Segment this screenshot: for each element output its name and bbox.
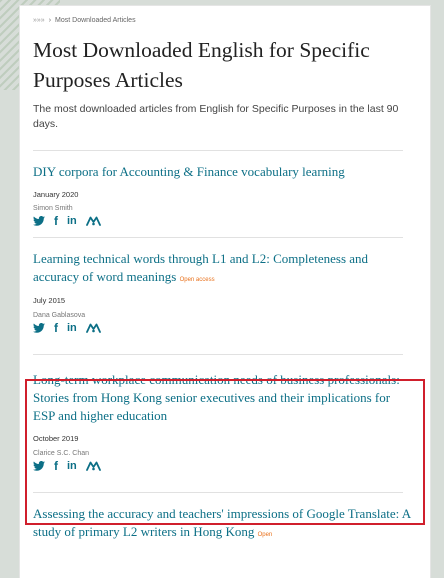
article-date: July 2015 — [33, 296, 66, 305]
breadcrumb: »»» › Most Downloaded Articles — [33, 17, 415, 24]
article-item: Learning technical words through L1 and … — [33, 250, 415, 355]
divider — [33, 354, 403, 355]
twitter-icon[interactable] — [33, 323, 45, 333]
mendeley-icon[interactable] — [85, 461, 101, 471]
linkedin-icon[interactable]: in — [67, 460, 77, 472]
twitter-icon[interactable] — [33, 461, 45, 471]
twitter-icon[interactable] — [33, 216, 45, 226]
divider — [33, 150, 403, 151]
mendeley-icon[interactable] — [85, 216, 101, 226]
share-links: f in — [33, 321, 415, 335]
page-title: Most Downloaded English for Specific Pur… — [33, 38, 370, 92]
breadcrumb-separator: › — [48, 17, 52, 24]
mendeley-icon[interactable] — [85, 323, 101, 333]
article-title-link[interactable]: Assessing the accuracy and teachers' imp… — [33, 505, 415, 544]
article-title-text: Long-term workplace communication needs … — [33, 372, 400, 423]
linkedin-icon[interactable]: in — [67, 215, 77, 227]
article-title-link[interactable]: DIY corpora for Accounting & Finance voc… — [33, 163, 415, 181]
divider — [33, 237, 403, 238]
breadcrumb-home-link[interactable]: »»» — [33, 17, 45, 24]
facebook-icon[interactable]: f — [54, 321, 58, 335]
page-description: The most downloaded articles from Englis… — [33, 103, 399, 130]
article-date: January 2020 — [33, 190, 79, 199]
facebook-icon[interactable]: f — [54, 214, 58, 228]
articles-panel: »»» › Most Downloaded Articles Most Down… — [20, 6, 430, 578]
linkedin-icon[interactable]: in — [67, 322, 77, 334]
share-links: f in — [33, 459, 415, 473]
article-title-text: DIY corpora for Accounting & Finance voc… — [33, 164, 345, 179]
article-title-text: Assessing the accuracy and teachers' imp… — [33, 506, 411, 539]
share-links: f in — [33, 214, 415, 228]
open-access-badge: Open access — [179, 277, 215, 283]
article-title-link[interactable]: Long-term workplace communication needs … — [33, 371, 415, 425]
article-item: DIY corpora for Accounting & Finance voc… — [33, 163, 415, 238]
article-author: Simon Smith — [33, 205, 73, 212]
article-title-link[interactable]: Learning technical words through L1 and … — [33, 250, 415, 289]
breadcrumb-current: Most Downloaded Articles — [55, 17, 136, 24]
article-item: Long-term workplace communication needs … — [33, 371, 415, 493]
facebook-icon[interactable]: f — [54, 459, 58, 473]
divider — [33, 492, 403, 493]
article-date: October 2019 — [33, 434, 79, 443]
article-author: Clarice S.C. Chan — [33, 450, 90, 457]
article-author: Dana Gablasova — [33, 312, 86, 319]
article-item: Assessing the accuracy and teachers' imp… — [33, 505, 415, 544]
open-access-badge: Open — [257, 532, 273, 538]
